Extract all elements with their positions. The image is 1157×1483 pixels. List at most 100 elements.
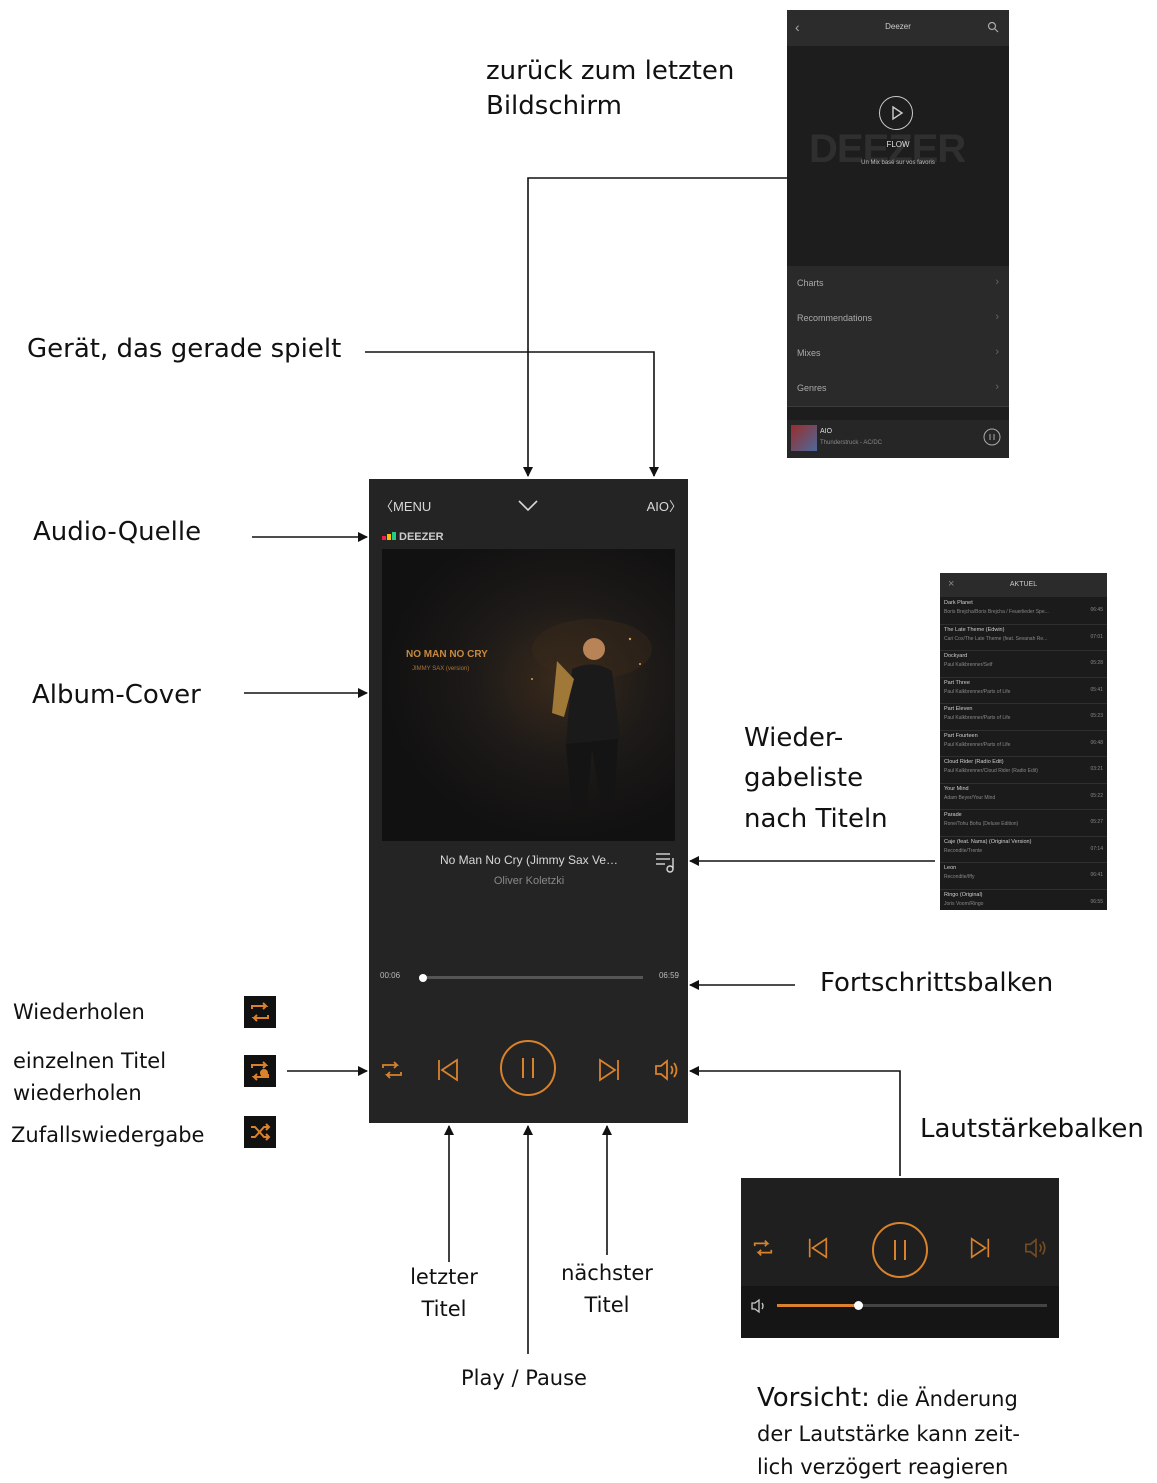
playlist-item-title: Cloud Rider (Radio Edit) [944, 759, 1004, 765]
playlist-item-duration: 05:22 [1090, 792, 1103, 799]
menu-item-genres[interactable]: Genres › [787, 371, 1009, 407]
vp-volume-icon[interactable] [1023, 1236, 1049, 1265]
next-track-icon[interactable] [596, 1057, 622, 1088]
annotation-playlist: Wieder-gabeliste nach Titeln [744, 723, 888, 834]
track-title: No Man No Cry (Jimmy Sax Ve… [439, 853, 619, 867]
volume-slider-track[interactable] [777, 1304, 1047, 1307]
playlist-item-duration: 05:41 [1090, 686, 1103, 693]
saxophonist-figure [531, 619, 652, 809]
volume-icon[interactable] [653, 1057, 681, 1088]
search-icon[interactable] [987, 20, 999, 38]
annotation-device: Gerät, das gerade spielt [27, 334, 342, 364]
repeat-all-icon [244, 996, 276, 1028]
deezer-header: ‹ Deezer [787, 10, 1009, 46]
mini-player[interactable]: AIO Thunderstruck - AC/DC [787, 420, 1009, 458]
playlist-item[interactable]: Part Fourteen Paul Kalkbrenner/Parts of L… [940, 730, 1107, 757]
audio-source-logo: DEEZER [382, 527, 444, 543]
playlist-item-title: Part Fourteen [944, 732, 978, 739]
playlist-item-subtitle: Paul Kalkbrenner/Parts of Life [944, 688, 1011, 695]
flow-subtitle: Un Mix basé sur vos favoris [861, 160, 935, 166]
player-header: 〈MENU AIO〉 [369, 479, 688, 521]
progress-thumb[interactable] [419, 974, 428, 982]
repeat-button[interactable] [379, 1057, 405, 1088]
playlist-item[interactable]: Dockyard Paul Kalkbrenner/Self 05:28 [940, 650, 1107, 678]
playlist-item[interactable]: Part Three Paul Kalkbrenner/Parts of Life… [940, 677, 1107, 704]
play-pause-button[interactable] [500, 1040, 556, 1096]
playlist-item-title: Part Eleven [944, 706, 973, 712]
playlist-item-subtitle: Paul Kalkbrenner/Parts of Life [944, 741, 1011, 748]
menu-item-charts[interactable]: Charts › [787, 266, 1009, 302]
player-screen: 〈MENU AIO〉 DEEZER NO MAN NO CRY JIMMY SA… [369, 479, 688, 1123]
playlist-title: AKTUEL [1009, 581, 1038, 588]
annotation-next: nächster Titel [561, 1261, 653, 1317]
annotation-shuffle: Zufallswiedergabe [11, 1123, 205, 1147]
playlist-item-duration: 05:23 [1090, 713, 1103, 719]
annotation-progress: Fortschrittsbalken [820, 968, 1054, 998]
playlist-item-subtitle: Paul Kalkbrenner/Cloud Rider (Radio Edit… [944, 768, 1038, 774]
playlist-item-subtitle: Boris Brejcha/Boris Brejcha / Feuerliede… [944, 609, 1049, 615]
menu-item-mixes[interactable]: Mixes › [787, 336, 1009, 372]
playlist-item-title: Parade [944, 812, 962, 818]
playlist-item-title: Dockyard [944, 653, 968, 659]
playlist-item-title: Leon [944, 865, 957, 871]
vp-repeat-icon[interactable] [751, 1236, 775, 1265]
playlist-item-duration: 07:01 [1090, 633, 1103, 640]
playlist-item-subtitle: Cari Cox/The Late Theme (feat. Sevanah R… [944, 635, 1048, 642]
annotation-album-cover: Album-Cover [32, 680, 201, 710]
vp-previous-track-icon[interactable] [806, 1236, 830, 1265]
annotation-play-pause: Play / Pause [461, 1366, 587, 1390]
cover-title: NO MAN NO CRY [406, 649, 488, 660]
time-total: 06:59 [658, 971, 679, 980]
vp-play-pause-button[interactable] [872, 1222, 928, 1278]
deezer-home-screen: ‹ Deezer DEEZER FLOW Un Mix basé sur vos… [787, 10, 1009, 458]
playlist-item[interactable]: Ringo (Original) Joris Voorn/Ringo 06:55 [940, 889, 1107, 911]
playlist-item-subtitle: Rone/Tohu Bohu (Deluxe Edition) [944, 821, 1019, 827]
playlist-item-title: Dark Planet [944, 600, 973, 606]
chevron-right-icon: 〉 [668, 499, 682, 514]
playlist-item[interactable]: The Late Theme (Edwin) Cari Cox/The Late … [940, 624, 1107, 651]
playlist-item[interactable]: Dark Planet Boris Brejcha/Boris Brejcha /… [940, 597, 1107, 625]
playlist-item-duration: 06:48 [1090, 739, 1103, 746]
playlist-item[interactable]: Caje (feat. Nama) (Original Version) Reco… [940, 836, 1107, 863]
playlist-item-title: Your Mind [944, 785, 969, 792]
menu-item-recommendations[interactable]: Recommendations › [787, 301, 1009, 337]
deezer-title: Deezer [885, 22, 911, 31]
playlist-item-title: Ringo (Original) [944, 891, 983, 898]
playlist-item-subtitle: Recondite/Trente [944, 847, 983, 854]
album-cover: NO MAN NO CRY JIMMY SAX (version) [382, 549, 675, 841]
playlist-queue-icon[interactable] [654, 850, 678, 879]
vp-pause-icon [894, 1240, 906, 1260]
vp-next-track-icon[interactable] [968, 1236, 992, 1265]
flow-play-button[interactable] [879, 96, 913, 130]
playlist-item[interactable]: Part Eleven Paul Kalkbrenner/Parts of Lif… [940, 703, 1107, 731]
track-artist: Oliver Koletzki [493, 875, 565, 887]
annotation-repeat-one: einzelnen Titel wiederholen [13, 1049, 167, 1105]
playlist-item[interactable]: Your Mind Adam Beyer/Your Mind 05:22 [940, 783, 1107, 810]
speaker-small-icon [750, 1298, 768, 1319]
previous-track-icon[interactable] [435, 1057, 461, 1088]
playlist-item-subtitle: Paul Kalkbrenner/Self [944, 662, 993, 668]
playlist-item[interactable]: Parade Rone/Tohu Bohu (Deluxe Edition) 05:… [940, 809, 1107, 837]
annotation-audio-source: Audio-Quelle [33, 517, 202, 547]
volume-panel [741, 1178, 1059, 1338]
mini-device: AIO [820, 428, 833, 435]
volume-slider-thumb[interactable] [854, 1301, 863, 1310]
annotation-repeat: Wiederholen [13, 1000, 145, 1024]
playlist-item[interactable]: Leon Recondite/Iffy 06:41 [940, 862, 1107, 890]
playlist-item-duration: 06:55 [1090, 898, 1103, 905]
playlist-item[interactable]: Cloud Rider (Radio Edit) Paul Kalkbrenner… [940, 756, 1107, 784]
time-elapsed: 00:06 [380, 971, 401, 980]
playlist-item-subtitle: Recondite/Iffy [944, 874, 975, 880]
menu-back-button[interactable]: 〈MENU [380, 496, 431, 515]
playlist-item-duration: 06:45 [1090, 607, 1103, 613]
playlist-item-title: Caje (feat. Nama) (Original Version) [944, 838, 1032, 845]
collapse-chevron-down-icon[interactable] [517, 499, 539, 518]
playlist-item-subtitle: Joris Voorn/Ringo [944, 900, 984, 907]
volume-slider-row [741, 1286, 1059, 1338]
device-selector-button[interactable]: AIO〉 [647, 496, 682, 515]
playlist-item-duration: 03:21 [1090, 766, 1103, 772]
annotation-back: zurück zum letzten Bildschirm [486, 56, 735, 122]
mini-pause-icon[interactable] [983, 428, 1001, 451]
progress-bar[interactable] [419, 976, 643, 979]
playlist-item-title: The Late Theme (Edwin) [944, 626, 1005, 633]
